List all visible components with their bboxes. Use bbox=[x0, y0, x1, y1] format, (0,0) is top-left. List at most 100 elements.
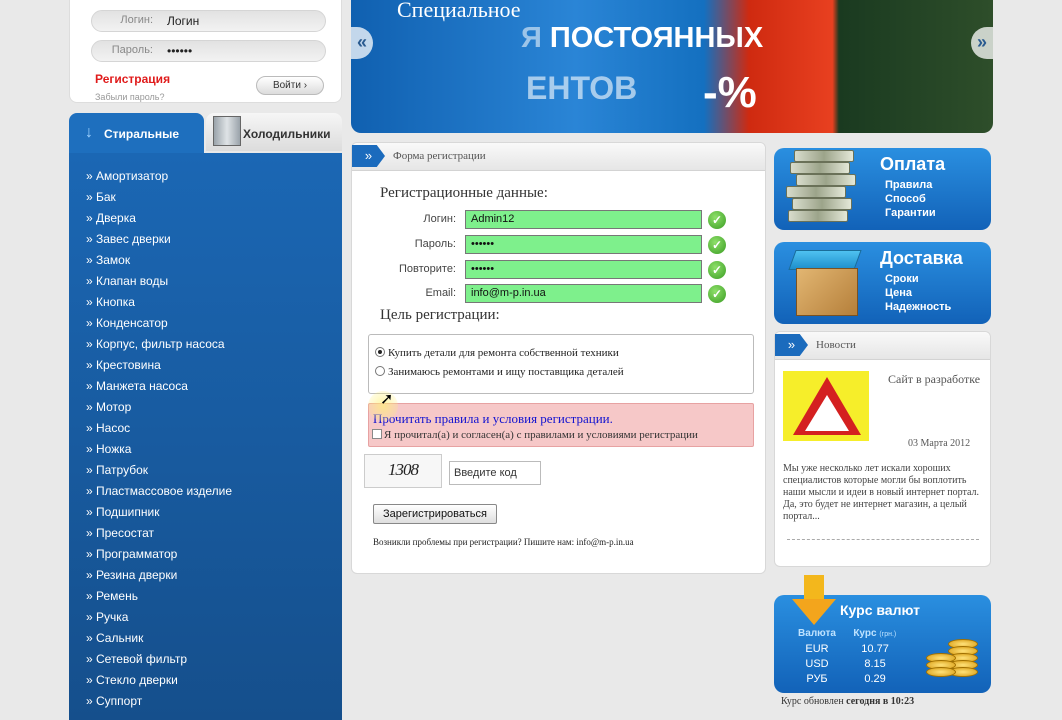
captcha-image: 1308 bbox=[364, 454, 442, 488]
category-items: » Амортизатор» Бак» Дверка» Завес дверки… bbox=[86, 166, 232, 712]
category-item[interactable]: » Амортизатор bbox=[86, 166, 232, 187]
registration-panel-title: Форма регистрации bbox=[393, 150, 486, 162]
category-item[interactable]: » Корпус, фильтр насоса bbox=[86, 334, 232, 355]
payment-guarantee-link[interactable]: Гарантии bbox=[885, 206, 936, 220]
category-item[interactable]: » Подшипник bbox=[86, 502, 232, 523]
promo-payment-title: Оплата bbox=[880, 154, 946, 174]
currency-title: Курс валют bbox=[840, 602, 920, 618]
radio-selected[interactable] bbox=[375, 347, 385, 357]
rate-col-header: Курс (грн.) bbox=[845, 628, 905, 639]
goal-options: Купить детали для ремонта собственной те… bbox=[368, 334, 754, 394]
login-field-input[interactable]: Admin12 bbox=[465, 210, 702, 229]
banner-prev-icon[interactable]: « bbox=[351, 27, 373, 59]
login-input[interactable]: Логин bbox=[167, 14, 199, 28]
category-item[interactable]: » Клапан воды bbox=[86, 271, 232, 292]
captcha-input[interactable]: Введите код bbox=[449, 461, 541, 485]
category-item[interactable]: » Замок bbox=[86, 250, 232, 271]
currency-updated-prefix: Курс обновлен bbox=[781, 696, 847, 707]
password-input[interactable]: •••••• bbox=[167, 44, 192, 58]
promo-banner[interactable]: Специальное Я ПОСТОЯННЫХ ЕНТОВ -% « » bbox=[351, 0, 993, 133]
registration-help-text: Возникли проблемы при регистрации? Пишит… bbox=[373, 537, 634, 547]
currency-row: USD 8.15 bbox=[792, 658, 905, 673]
category-item[interactable]: » Завес дверки bbox=[86, 229, 232, 250]
currency-col-header: Валюта bbox=[798, 628, 836, 639]
payment-rules-link[interactable]: Правила bbox=[885, 178, 936, 192]
currency-code: РУБ bbox=[806, 673, 828, 685]
registration-form: » Форма регистрации Регистрационные данн… bbox=[351, 142, 766, 574]
login-button[interactable]: Войти › bbox=[256, 76, 324, 95]
category-item[interactable]: » Дверка bbox=[86, 208, 232, 229]
forgot-password-link[interactable]: Забыли пароль? bbox=[95, 92, 164, 102]
currency-rate: 8.15 bbox=[864, 658, 886, 670]
category-item[interactable]: » Крестовина bbox=[86, 355, 232, 376]
category-item[interactable]: » Конденсатор bbox=[86, 313, 232, 334]
rules-agree[interactable]: Я прочитал(а) и согласен(а) с правилами … bbox=[372, 429, 698, 441]
password-field-input[interactable]: •••••• bbox=[465, 235, 702, 254]
tab-fridges[interactable]: Холодильники bbox=[206, 113, 342, 151]
category-list: » Амортизатор» Бак» Дверка» Завес дверки… bbox=[69, 153, 342, 720]
category-item[interactable]: » Ремень bbox=[86, 586, 232, 607]
category-item[interactable]: » Программатор bbox=[86, 544, 232, 565]
check-ok-icon: ✓ bbox=[708, 285, 726, 303]
category-item[interactable]: » Пластмассовое изделие bbox=[86, 481, 232, 502]
form-row-password: Пароль: •••••• ✓ bbox=[352, 235, 767, 255]
agree-checkbox[interactable] bbox=[372, 429, 382, 439]
delivery-price-link[interactable]: Цена bbox=[885, 286, 951, 300]
rate-col-label: Курс bbox=[853, 628, 877, 639]
category-item[interactable]: » Бак bbox=[86, 187, 232, 208]
category-item[interactable]: » Суппорт bbox=[86, 691, 232, 712]
category-item[interactable]: » Патрубок bbox=[86, 460, 232, 481]
rules-agree-label: Я прочитал(а) и согласен(а) с правилами … bbox=[384, 429, 698, 441]
payment-method-link[interactable]: Способ bbox=[885, 192, 936, 206]
category-item[interactable]: » Резина дверки bbox=[86, 565, 232, 586]
category-tabs: ↓ Стиральные Холодильники bbox=[69, 113, 342, 153]
currency-code: USD bbox=[805, 658, 829, 670]
banner-next-icon[interactable]: » bbox=[971, 27, 993, 59]
tab-fridges-label: Холодильники bbox=[243, 127, 331, 141]
promo-delivery-title: Доставка bbox=[880, 248, 963, 268]
goal-option-own-label: Купить детали для ремонта собственной те… bbox=[388, 347, 619, 359]
registration-panel-header: » Форма регистрации bbox=[352, 143, 765, 171]
login-field[interactable]: Логин: Логин bbox=[91, 10, 326, 32]
currency-rate: 10.77 bbox=[861, 643, 889, 655]
category-item[interactable]: » Кнопка bbox=[86, 292, 232, 313]
news-item-title[interactable]: Сайт в разработке bbox=[888, 373, 984, 385]
category-item[interactable]: » Сетевой фильтр bbox=[86, 649, 232, 670]
news-divider bbox=[787, 539, 979, 540]
tab-washers[interactable]: ↓ Стиральные bbox=[69, 113, 204, 153]
register-link[interactable]: Регистрация bbox=[95, 72, 170, 86]
news-item-date: 03 Марта 2012 bbox=[908, 438, 971, 449]
under-construction-icon[interactable] bbox=[783, 371, 869, 441]
rules-link[interactable]: Прочитать правила и условия регистрации. bbox=[373, 411, 613, 427]
category-item[interactable]: » Стекло дверки bbox=[86, 670, 232, 691]
promo-delivery[interactable]: Доставка Сроки Цена Надежность bbox=[774, 242, 991, 324]
delivery-reliability-link[interactable]: Надежность bbox=[885, 300, 951, 314]
email-field-label: Email: bbox=[425, 287, 456, 299]
promo-payment[interactable]: Оплата Правила Способ Гарантии bbox=[774, 148, 991, 230]
repeat-field-input[interactable]: •••••• bbox=[465, 260, 702, 279]
category-item[interactable]: » Мотор bbox=[86, 397, 232, 418]
category-item[interactable]: » Манжета насоса bbox=[86, 376, 232, 397]
radio-unselected[interactable] bbox=[375, 366, 385, 376]
check-ok-icon: ✓ bbox=[708, 236, 726, 254]
check-ok-icon: ✓ bbox=[708, 261, 726, 279]
goal-option-own[interactable]: Купить детали для ремонта собственной те… bbox=[375, 347, 619, 363]
rate-col-unit: (грн.) bbox=[879, 631, 897, 638]
goal-option-repair[interactable]: Занимаюсь ремонтами и ищу поставщика дет… bbox=[375, 366, 624, 382]
password-field[interactable]: Пароль: •••••• bbox=[91, 40, 326, 62]
email-field-input[interactable]: info@m-p.in.ua bbox=[465, 284, 702, 303]
delivery-terms-link[interactable]: Сроки bbox=[885, 272, 951, 286]
tab-washers-label: Стиральные bbox=[104, 127, 180, 141]
category-item[interactable]: » Сальник bbox=[86, 628, 232, 649]
form-row-email: Email: info@m-p.in.ua ✓ bbox=[352, 284, 767, 304]
category-item[interactable]: » Ручка bbox=[86, 607, 232, 628]
category-item[interactable]: » Ножка bbox=[86, 439, 232, 460]
category-item[interactable]: » Насос bbox=[86, 418, 232, 439]
banner-line2: Я ПОСТОЯННЫХ bbox=[521, 22, 763, 55]
category-item[interactable]: » Пресостат bbox=[86, 523, 232, 544]
banner-line2-faded: Я bbox=[521, 22, 550, 54]
register-submit-button[interactable]: Зарегистрироваться bbox=[373, 504, 497, 524]
currency-table: Валюта Курс (грн.) EUR 10.77 USD 8.15 РУ… bbox=[792, 628, 905, 688]
currency-row: РУБ 0.29 bbox=[792, 673, 905, 688]
currency-row: EUR 10.77 bbox=[792, 643, 905, 658]
